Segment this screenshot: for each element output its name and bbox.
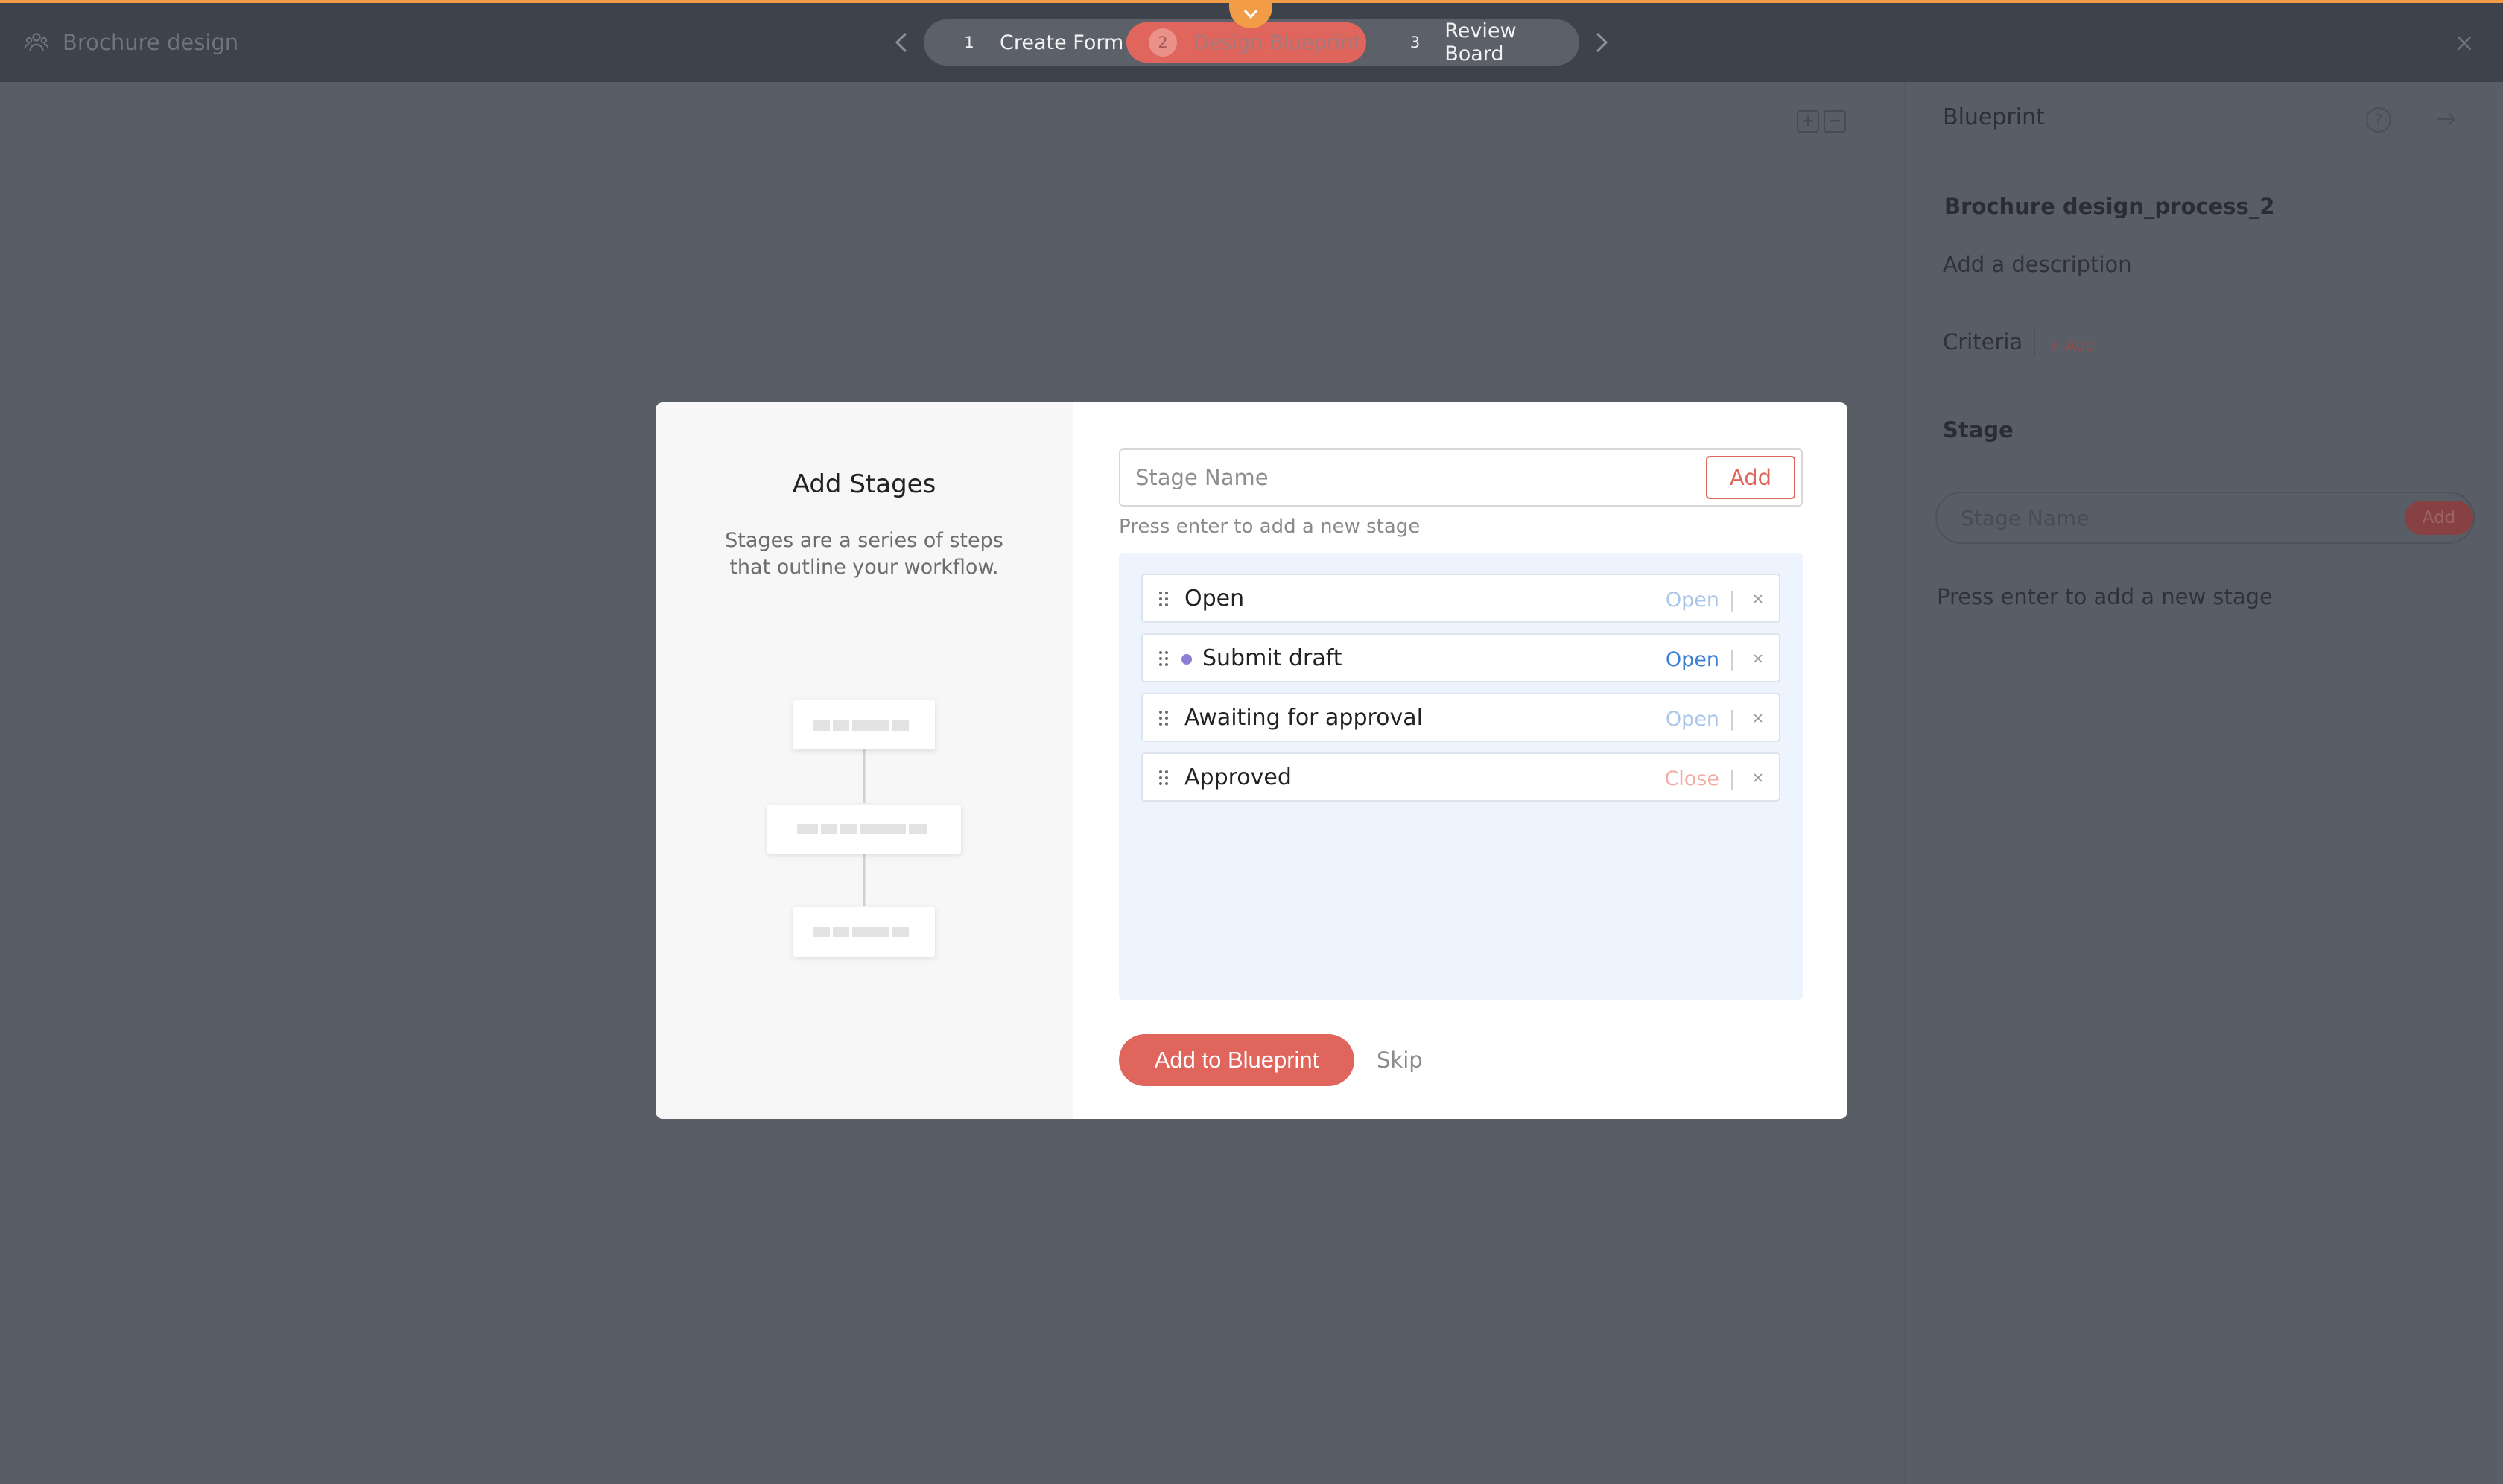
close-icon <box>1754 594 1763 603</box>
step-design-blueprint[interactable]: 2 Design Blueprint <box>1126 22 1366 63</box>
panel-stage-hint: Press enter to add a new stage <box>1937 584 2273 609</box>
close-button[interactable] <box>2451 28 2478 58</box>
stage-input-hint: Press enter to add a new stage <box>1119 516 1421 538</box>
panel-add-stage-button[interactable]: Add <box>2405 501 2473 535</box>
stage-type-link[interactable]: Open <box>1666 708 1719 731</box>
remove-stage-button[interactable] <box>1751 651 1766 666</box>
stage-name-input[interactable] <box>1120 450 1701 505</box>
add-stage-button[interactable]: Add <box>1706 456 1795 499</box>
drag-handle-icon[interactable] <box>1158 650 1170 668</box>
divider <box>2034 329 2035 356</box>
panel-stage-name-input[interactable] <box>1937 493 2384 542</box>
step-review-board[interactable]: 3 Review Board <box>1386 19 1572 66</box>
stage-name: Approved <box>1184 764 1292 790</box>
drag-handle-icon[interactable] <box>1158 709 1170 727</box>
stage-name: Awaiting for approval <box>1184 705 1424 731</box>
step-number: 2 <box>1149 28 1177 57</box>
divider: | <box>1728 647 1736 671</box>
collapse-panel-button[interactable] <box>2433 106 2460 133</box>
divider: | <box>1728 587 1736 612</box>
step-label: Create Form <box>1000 31 1124 54</box>
remove-stage-button[interactable] <box>1751 770 1766 785</box>
stage-type-link[interactable]: Open <box>1666 648 1719 671</box>
blueprint-panel: Blueprint ? Brochure design_process_2 Ad… <box>1904 82 2503 1484</box>
divider: | <box>1728 766 1736 790</box>
stage-name: Open <box>1184 586 1245 612</box>
close-icon <box>2457 36 2472 51</box>
stage-status-dot <box>1181 654 1192 665</box>
stage-input-group: Add <box>1119 448 1803 507</box>
drag-handle-icon[interactable] <box>1158 769 1170 787</box>
arrow-right-icon <box>2437 112 2456 126</box>
add-to-blueprint-button[interactable]: Add to Blueprint <box>1119 1034 1354 1086</box>
close-icon <box>1754 654 1763 663</box>
modal-form-pane: Add Press enter to add a new stage Open … <box>1073 402 1847 1119</box>
step-number: 1 <box>964 34 974 51</box>
stage-item[interactable]: Approved Close | <box>1141 752 1780 802</box>
stage-item[interactable]: Submit draft Open | <box>1141 633 1780 682</box>
close-icon <box>1754 714 1763 723</box>
stage-name: Submit draft <box>1202 645 1342 671</box>
modal-info-pane: Add Stages Stages are a series of steps … <box>656 402 1073 1119</box>
stage-type-link[interactable]: Close <box>1664 767 1719 790</box>
stage-list: Open Open | Submit draft Open | Awaiting… <box>1119 553 1803 1000</box>
chevron-left-icon <box>895 32 907 53</box>
prev-step-button[interactable] <box>886 25 916 60</box>
stage-type-link[interactable]: Open <box>1666 589 1719 612</box>
help-icon[interactable]: ? <box>2366 107 2391 133</box>
panel-title: Blueprint <box>1943 104 2045 130</box>
add-criteria-link[interactable]: + Add <box>2047 337 2096 355</box>
remove-stage-button[interactable] <box>1751 592 1766 606</box>
criteria-label: Criteria <box>1943 329 2023 355</box>
app-title: Brochure design <box>24 25 238 60</box>
app-title-text: Brochure design <box>63 30 239 55</box>
stages-illustration <box>767 700 961 957</box>
zoom-controls: + − <box>1797 110 1846 133</box>
process-name: Brochure design_process_2 <box>1944 194 2275 219</box>
skip-link[interactable]: Skip <box>1377 1047 1423 1073</box>
chevron-right-icon <box>1596 32 1608 53</box>
step-number: 3 <box>1409 34 1421 51</box>
add-description-link[interactable]: Add a description <box>1943 252 2132 277</box>
zoom-out-button[interactable]: − <box>1824 110 1846 133</box>
next-step-button[interactable] <box>1587 25 1617 60</box>
divider: | <box>1728 706 1736 731</box>
panel-stage-input-group: Add <box>1935 492 2475 544</box>
stage-item[interactable]: Open Open | <box>1141 574 1780 623</box>
step-label: Review Board <box>1444 19 1517 66</box>
zoom-in-button[interactable]: + <box>1797 110 1819 133</box>
remove-stage-button[interactable] <box>1751 711 1766 726</box>
add-stages-modal: Add Stages Stages are a series of steps … <box>656 402 1847 1119</box>
caret-down-icon <box>1243 10 1258 19</box>
close-icon <box>1754 773 1763 782</box>
stage-item[interactable]: Awaiting for approval Open | <box>1141 693 1780 742</box>
step-label: Design Blueprint <box>1193 31 1361 54</box>
team-icon <box>24 33 49 51</box>
drag-handle-icon[interactable] <box>1158 590 1170 608</box>
stage-heading: Stage <box>1943 417 2014 443</box>
